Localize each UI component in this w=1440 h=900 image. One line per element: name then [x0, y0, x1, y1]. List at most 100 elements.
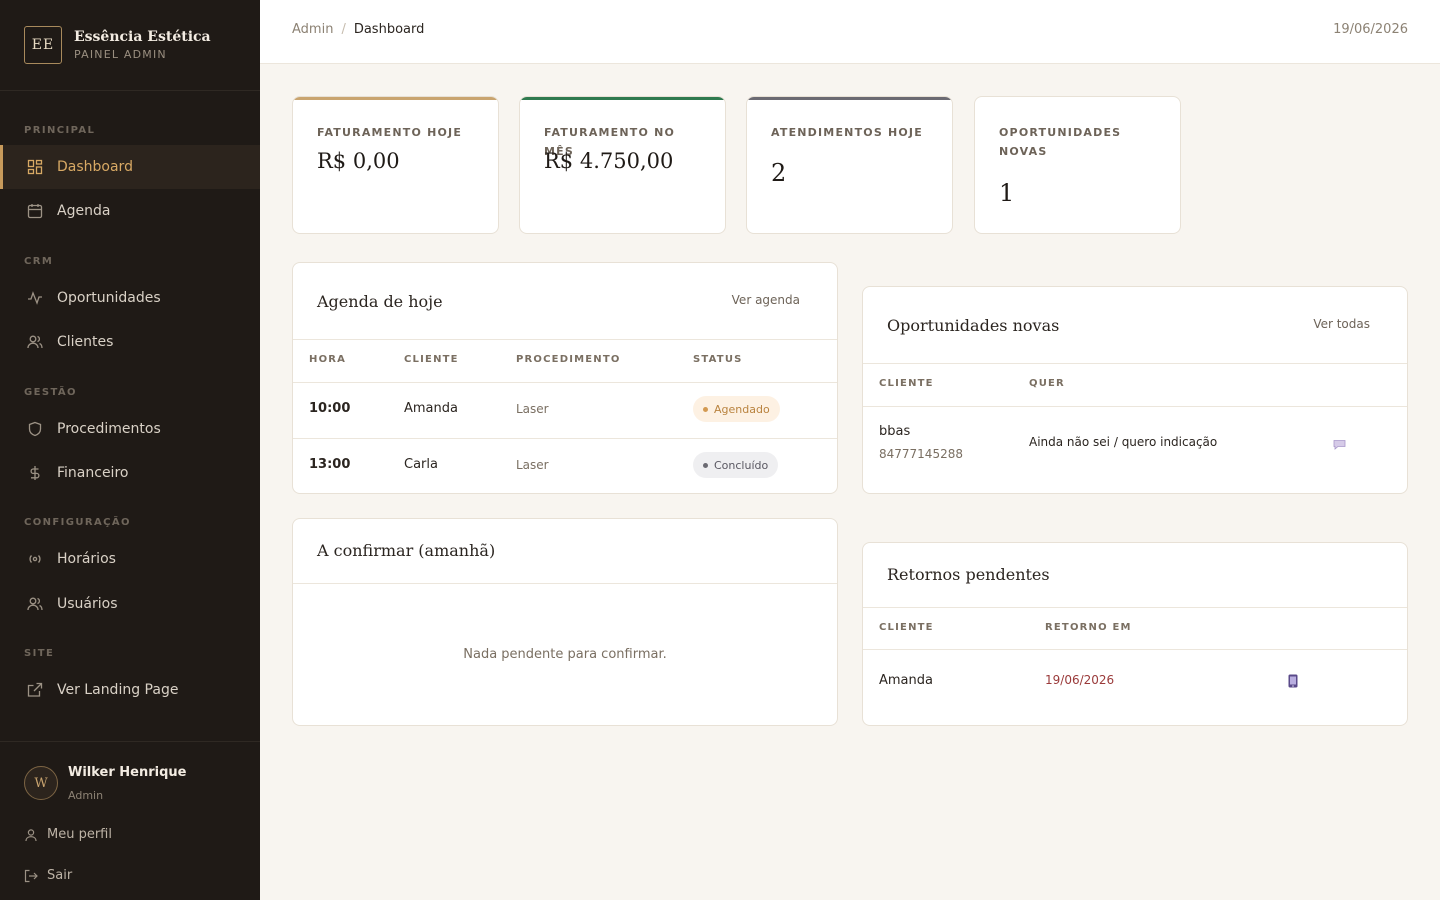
- cell-quer: Ainda não sei / quero indicação: [1029, 435, 1218, 449]
- profile-link-label: Meu perfil: [47, 827, 112, 842]
- nav-section-gestao: GESTÃO: [24, 387, 77, 398]
- sidebar-item-label: Oportunidades: [57, 290, 161, 306]
- breadcrumb: Admin / Dashboard: [292, 22, 424, 37]
- column-header-hora: HORA: [309, 354, 347, 365]
- sidebar-item-clientes[interactable]: Clientes: [0, 320, 260, 364]
- logout-icon: [24, 869, 38, 883]
- profile-link[interactable]: Meu perfil: [24, 827, 112, 842]
- user-block: W Wilker Henrique Admin Meu perfil Sair: [0, 741, 260, 900]
- stat-card-faturamento-mes: FATURAMENTO NO MÊS R$ 4.750,00: [519, 96, 726, 234]
- avatar: W: [24, 766, 58, 800]
- sidebar-item-label: Dashboard: [57, 159, 133, 175]
- column-header-cliente: CLIENTE: [879, 378, 934, 389]
- shield-icon: [26, 420, 44, 438]
- column-header-quer: QUER: [1029, 378, 1065, 389]
- nav-section-configuracao: CONFIGURAÇÃO: [24, 517, 131, 528]
- stat-card-faturamento-hoje: FATURAMENTO HOJE R$ 0,00: [292, 96, 499, 234]
- empty-state: Nada pendente para confirmar.: [463, 647, 667, 662]
- sidebar-item-horarios[interactable]: Horários: [0, 537, 260, 581]
- status-badge-label: Concluído: [714, 458, 769, 472]
- sidebar-item-financeiro[interactable]: Financeiro: [0, 451, 260, 495]
- sidebar-item-label: Financeiro: [57, 465, 129, 481]
- sidebar-item-agenda[interactable]: Agenda: [0, 189, 260, 233]
- stat-card-accent: [747, 97, 952, 100]
- cell-hora: 10:00: [309, 401, 351, 416]
- external-link-icon: [26, 681, 44, 699]
- sidebar-item-procedimentos[interactable]: Procedimentos: [0, 407, 260, 451]
- nav-section-site: SITE: [24, 648, 55, 659]
- stat-value: R$ 0,00: [317, 149, 400, 173]
- dollar-icon: [26, 464, 44, 482]
- brand-logo: EE: [24, 26, 62, 64]
- stat-card-accent: [293, 97, 498, 100]
- stat-label: FATURAMENTO HOJE: [317, 126, 463, 139]
- calendar-icon: [26, 202, 44, 220]
- sidebar-item-oportunidades[interactable]: Oportunidades: [0, 276, 260, 320]
- user-name: Wilker Henrique: [68, 765, 187, 780]
- status-badge: Agendado: [693, 396, 780, 422]
- cell-retorno-em: 19/06/2026: [1045, 673, 1115, 687]
- nav-section-principal: PRINCIPAL: [24, 125, 96, 136]
- panel-title: A confirmar (amanhã): [317, 541, 496, 560]
- stat-value: 2: [771, 159, 787, 187]
- sidebar-item-usuarios[interactable]: Usuários: [0, 582, 260, 626]
- panel-title: Retornos pendentes: [887, 565, 1050, 584]
- users-icon: [26, 333, 44, 351]
- sidebar-item-label: Clientes: [57, 334, 114, 350]
- broadcast-icon: [26, 550, 44, 568]
- breadcrumb-admin[interactable]: Admin: [292, 22, 333, 37]
- status-badge: Concluído: [693, 452, 779, 478]
- cell-hora: 13:00: [309, 457, 351, 472]
- ver-agenda-link[interactable]: Ver agenda: [732, 293, 800, 307]
- breadcrumb-separator: /: [341, 22, 346, 37]
- oportunidades-panel: Oportunidades novas Ver todas CLIENTE QU…: [862, 286, 1408, 494]
- stat-card-oportunidades-novas: OPORTUNIDADES NOVAS 1: [974, 96, 1181, 234]
- stat-value: 1: [999, 179, 1015, 207]
- users-icon: [26, 595, 44, 613]
- phone-icon[interactable]: [1288, 673, 1300, 688]
- cell-telefone: 84777145288: [879, 447, 963, 461]
- stat-card-atendimentos-hoje: ATENDIMENTOS HOJE 2: [746, 96, 953, 234]
- logout-link[interactable]: Sair: [24, 868, 72, 883]
- cell-cliente: Amanda: [404, 401, 458, 416]
- column-header-cliente: CLIENTE: [404, 354, 459, 365]
- confirmar-panel: A confirmar (amanhã) Nada pendente para …: [292, 518, 838, 726]
- sidebar-item-label: Procedimentos: [57, 421, 161, 437]
- grid-icon: [26, 158, 44, 176]
- user-icon: [24, 828, 38, 842]
- panel-title: Oportunidades novas: [887, 316, 1060, 335]
- chat-icon[interactable]: [1333, 435, 1347, 450]
- breadcrumb-current: Dashboard: [353, 22, 425, 37]
- agenda-panel: Agenda de hoje Ver agenda HORA CLIENTE P…: [292, 262, 838, 494]
- status-badge-label: Agendado: [714, 402, 770, 416]
- stat-card-accent: [520, 97, 725, 100]
- column-header-status: STATUS: [693, 354, 743, 365]
- brand-subtitle: PAINEL ADMIN: [74, 48, 167, 61]
- sidebar-item-label: Horários: [57, 551, 116, 567]
- sidebar-item-label: Usuários: [57, 596, 118, 612]
- panel-title: Agenda de hoje: [317, 292, 443, 311]
- cell-procedimento: Laser: [516, 458, 549, 472]
- logout-link-label: Sair: [47, 868, 73, 883]
- brand-name: Essência Estética: [74, 29, 211, 45]
- cell-nome: bbas: [879, 424, 911, 439]
- sidebar-item-landing-page[interactable]: Ver Landing Page: [0, 668, 260, 712]
- cell-cliente: Carla: [404, 457, 438, 472]
- current-date: 19/06/2026: [1333, 22, 1408, 37]
- status-dot: [703, 462, 708, 468]
- sidebar-item-dashboard[interactable]: Dashboard: [0, 145, 260, 189]
- column-header-cliente: CLIENTE: [879, 622, 934, 633]
- stat-value: R$ 4.750,00: [544, 149, 674, 173]
- sidebar-item-label: Agenda: [57, 203, 111, 219]
- cell-procedimento: Laser: [516, 402, 549, 416]
- status-dot: [703, 406, 708, 412]
- retornos-panel: Retornos pendentes CLIENTE RETORNO EM Am…: [862, 542, 1408, 726]
- column-header-retorno-em: RETORNO EM: [1045, 622, 1132, 633]
- sidebar-item-label: Ver Landing Page: [57, 682, 179, 698]
- column-header-procedimento: PROCEDIMENTO: [516, 354, 621, 365]
- stat-label: ATENDIMENTOS HOJE: [771, 126, 923, 139]
- stat-label: OPORTUNIDADES NOVAS: [999, 126, 1122, 158]
- nav-section-crm: CRM: [24, 256, 54, 267]
- activity-icon: [26, 289, 44, 307]
- ver-todas-link[interactable]: Ver todas: [1313, 317, 1370, 331]
